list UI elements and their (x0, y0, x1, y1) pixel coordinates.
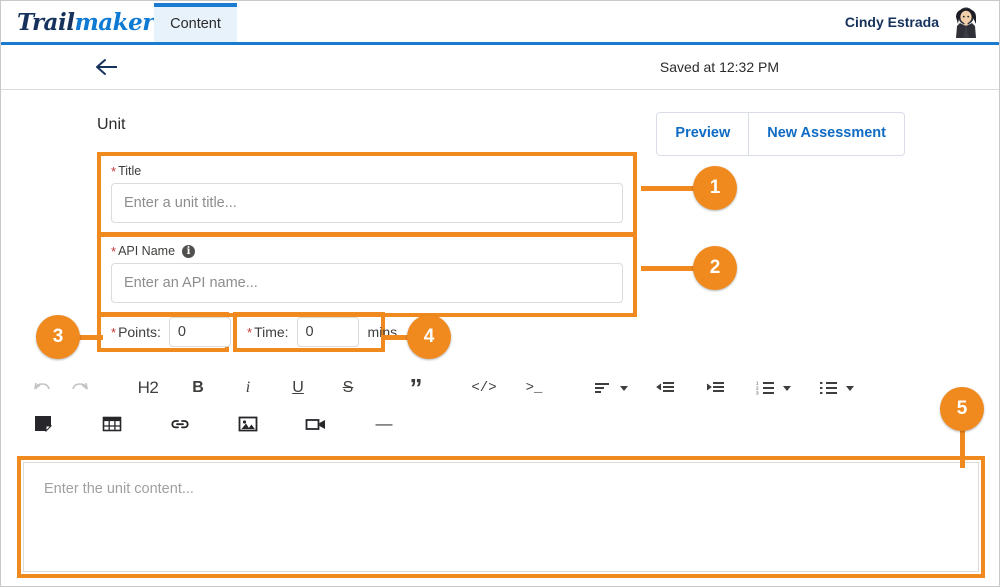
new-assessment-button[interactable]: New Assessment (748, 113, 904, 155)
time-label-text: Time: (254, 324, 288, 340)
callout-leader-2 (641, 266, 699, 271)
editor-toolbar: H2 B i U S ” (1, 370, 1000, 442)
app-window: Trailmaker Content Cindy Estrada Sa (0, 0, 1000, 587)
title-field-highlight: * Title (97, 152, 637, 237)
back-arrow-icon[interactable] (93, 55, 121, 79)
page-title: Unit (97, 116, 125, 134)
horizontal-rule-label: — (376, 414, 393, 434)
callout-leader-1 (641, 186, 699, 191)
bold-button[interactable]: B (185, 374, 211, 402)
strikethrough-label: S (343, 379, 354, 397)
user-avatar-icon[interactable] (949, 6, 983, 40)
required-marker: * (111, 326, 116, 339)
title-label-text: Title (118, 164, 141, 178)
points-field-highlight: * Points: (97, 312, 229, 352)
blockquote-button[interactable]: ” (403, 374, 429, 402)
callout-badge-1: 1 (693, 166, 737, 210)
time-input[interactable] (297, 317, 359, 347)
horizontal-rule-button[interactable]: — (371, 410, 397, 438)
bold-label: B (192, 379, 204, 397)
align-button[interactable] (589, 374, 615, 402)
api-name-label-text: API Name (118, 244, 175, 258)
video-button[interactable] (303, 410, 329, 438)
align-dropdown-caret[interactable] (620, 386, 628, 391)
indent-button[interactable] (702, 374, 728, 402)
content-editor-placeholder: Enter the unit content... (44, 481, 194, 497)
tab-content[interactable]: Content (154, 3, 237, 42)
info-icon[interactable]: i (182, 245, 195, 258)
blockquote-label: ” (410, 383, 423, 393)
required-marker: * (111, 165, 116, 178)
ordered-list-dropdown-caret[interactable] (783, 386, 791, 391)
trailmaker-logo[interactable]: Trailmaker (17, 9, 154, 36)
callout-leader-5 (960, 426, 965, 468)
terminal-button[interactable]: >_ (521, 374, 547, 402)
undo-icon[interactable] (29, 374, 55, 402)
title-field-label: * Title (111, 164, 623, 178)
underline-button[interactable]: U (285, 374, 311, 402)
italic-label: i (246, 379, 250, 397)
table-button[interactable] (99, 410, 125, 438)
underline-label: U (292, 379, 304, 397)
time-field-highlight: * Time: mins (233, 312, 385, 352)
ordered-list-button[interactable]: 1 2 3 (752, 374, 778, 402)
code-button[interactable]: </> (471, 374, 497, 402)
toolbar-row-2: — (1, 406, 1000, 442)
api-name-input[interactable] (111, 263, 623, 303)
content-editor[interactable]: Enter the unit content... (23, 462, 979, 572)
required-marker: * (247, 326, 252, 339)
terminal-label: >_ (526, 380, 543, 396)
points-label-text: Points: (118, 324, 161, 340)
user-name-label: Cindy Estrada (845, 14, 939, 30)
sub-header-bar: Saved at 12:32 PM (1, 45, 1000, 90)
api-name-field-label: * API Name i (111, 244, 623, 258)
action-button-group: Preview New Assessment (656, 112, 905, 156)
heading2-label: H2 (138, 378, 159, 398)
callout-badge-4: 4 (407, 315, 451, 359)
callout-badge-3: 3 (36, 315, 80, 359)
link-button[interactable] (167, 410, 193, 438)
callout-badge-5: 5 (940, 387, 984, 431)
note-card-button[interactable] (31, 410, 57, 438)
unordered-list-button[interactable] (815, 374, 841, 402)
time-field-label: * Time: (247, 324, 289, 340)
strikethrough-button[interactable]: S (335, 374, 361, 402)
points-input[interactable] (169, 317, 231, 347)
api-name-field-highlight: * API Name i (97, 232, 637, 317)
preview-button[interactable]: Preview (657, 113, 748, 155)
callout-badge-2: 2 (693, 246, 737, 290)
main-content-area: Unit Preview New Assessment * Title * AP… (1, 90, 1000, 587)
redo-icon[interactable] (67, 374, 93, 402)
title-input[interactable] (111, 183, 623, 223)
svg-text:3: 3 (756, 391, 759, 396)
toolbar-row-1: H2 B i U S ” (1, 370, 1000, 406)
required-marker: * (111, 245, 116, 258)
unordered-list-dropdown-caret[interactable] (846, 386, 854, 391)
logo-text-trail: Trail (17, 9, 74, 36)
logo-text-maker: maker (74, 9, 153, 36)
points-field-label: * Points: (111, 324, 161, 340)
image-button[interactable] (235, 410, 261, 438)
italic-button[interactable]: i (235, 374, 261, 402)
code-label: </> (471, 380, 496, 396)
outdent-button[interactable] (652, 374, 678, 402)
top-navigation-bar: Trailmaker Content Cindy Estrada (1, 1, 1000, 45)
saved-status-label: Saved at 12:32 PM (660, 59, 779, 75)
heading2-button[interactable]: H2 (135, 374, 161, 402)
